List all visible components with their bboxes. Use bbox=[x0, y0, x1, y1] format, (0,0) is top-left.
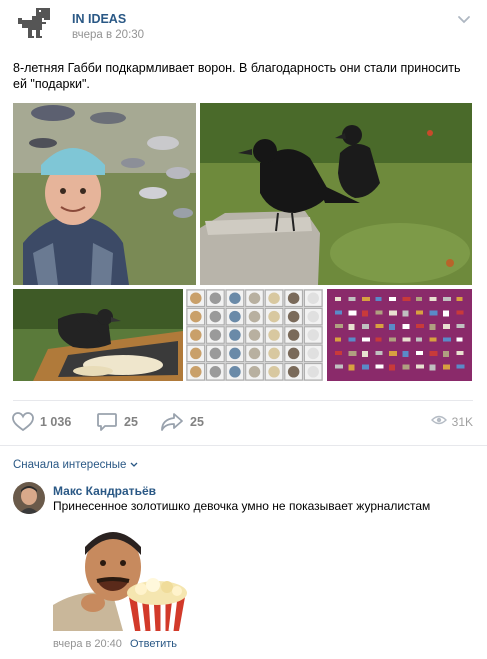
comment-text: Принесенное золотишко девочка умно не по… bbox=[53, 499, 431, 513]
post-actions: 1 036 25 25 31K bbox=[0, 408, 487, 436]
eye-icon bbox=[430, 413, 447, 431]
like-button[interactable]: 1 036 bbox=[12, 408, 71, 436]
post-photo-crows[interactable] bbox=[200, 103, 472, 285]
comment-author-link[interactable]: Макс Кандратьёв bbox=[53, 484, 156, 498]
comment-timestamp[interactable]: вчера в 20:40 bbox=[53, 638, 122, 650]
chevron-down-icon bbox=[126, 459, 138, 471]
sort-label: Сначала интересные bbox=[13, 459, 127, 471]
avatar[interactable] bbox=[13, 482, 45, 514]
post-text: 8-летняя Габби подкармливает ворон. В бл… bbox=[13, 61, 461, 91]
chevron-down-icon[interactable] bbox=[455, 12, 473, 26]
views-counter: 31K bbox=[430, 408, 473, 436]
post-photo-girl[interactable] bbox=[13, 103, 196, 285]
comment-button[interactable]: 25 bbox=[96, 408, 138, 436]
like-count: 1 036 bbox=[40, 415, 72, 429]
heart-icon bbox=[12, 412, 34, 432]
divider bbox=[0, 445, 487, 446]
post-photo-trinkets[interactable] bbox=[327, 289, 472, 381]
group-name-link[interactable]: IN IDEAS bbox=[72, 12, 126, 26]
share-count: 25 bbox=[190, 415, 204, 429]
post-timestamp[interactable]: вчера в 20:30 bbox=[72, 29, 144, 41]
comment-image-meme[interactable] bbox=[53, 525, 195, 631]
divider bbox=[13, 400, 473, 401]
comment-bubble-icon bbox=[96, 412, 118, 432]
views-count: 31K bbox=[451, 415, 473, 429]
share-arrow-icon bbox=[160, 412, 184, 432]
post-photo-gift-box[interactable] bbox=[186, 289, 323, 381]
reply-link[interactable]: Ответить bbox=[130, 638, 177, 650]
dinosaur-logo-icon[interactable] bbox=[14, 6, 58, 42]
post-header: IN IDEAS вчера в 20:30 bbox=[0, 0, 487, 48]
post-photo-crow-feeder[interactable] bbox=[13, 289, 183, 381]
comment-count: 25 bbox=[124, 415, 138, 429]
share-button[interactable]: 25 bbox=[160, 408, 204, 436]
comments-sort-dropdown[interactable]: Сначала интересные bbox=[13, 459, 138, 471]
